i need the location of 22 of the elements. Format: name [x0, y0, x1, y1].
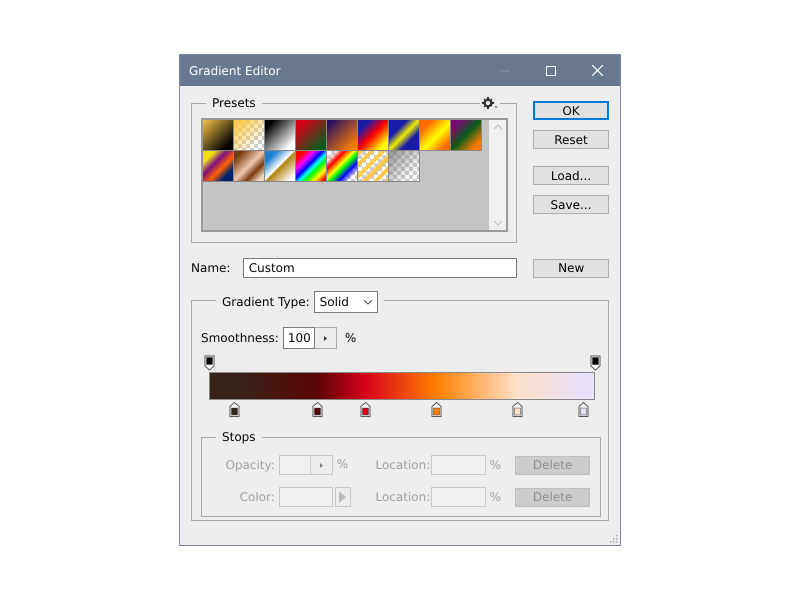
save-button[interactable]: Save... [533, 195, 609, 214]
group-label: Stops [216, 430, 262, 444]
field-label: Location: [375, 457, 431, 474]
ok-button[interactable]: OK [533, 101, 609, 120]
unit-label: % [336, 456, 348, 473]
field-label: Location: [375, 489, 431, 506]
field-label: Gradient Type: [222, 295, 310, 309]
reset-button[interactable]: Reset [533, 130, 609, 149]
unit-label: % [490, 489, 502, 506]
group-label: Presets [206, 96, 262, 110]
load-button[interactable]: Load... [533, 166, 609, 185]
type-dropdown[interactable]: Solid [314, 291, 378, 313]
name-label: Name: [191, 260, 232, 277]
name-field[interactable]: Custom [242, 258, 518, 278]
new-button[interactable]: New [533, 258, 609, 278]
field-label: Smoothness: [201, 330, 279, 347]
field-label: Opacity: [224, 457, 275, 474]
unit-label: % [344, 330, 356, 347]
smoothness-field[interactable]: 100 [282, 327, 315, 349]
unit-label: % [490, 457, 502, 474]
field-label: Color: [238, 489, 275, 506]
window-title: Gradient Editor [189, 62, 282, 80]
